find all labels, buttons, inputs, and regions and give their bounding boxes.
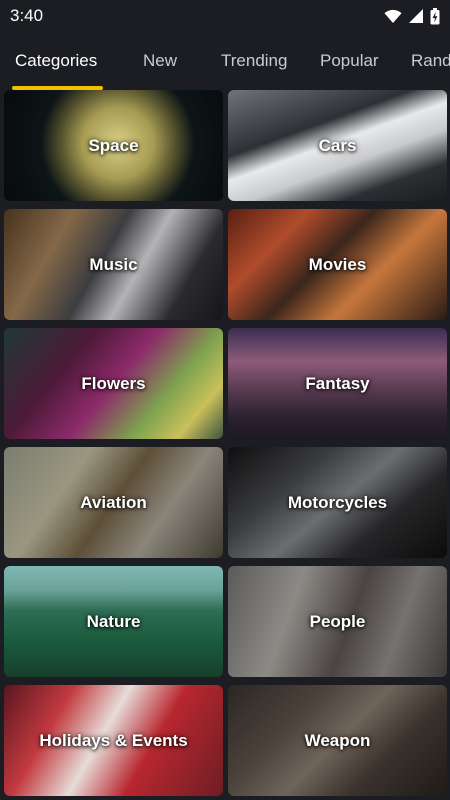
wifi-icon (384, 9, 402, 24)
category-label: Fantasy (305, 373, 370, 393)
category-label: Cars (318, 135, 357, 155)
category-label: Motorcycles (287, 492, 388, 512)
battery-charging-icon (430, 7, 440, 25)
category-label: Holidays & Events (39, 730, 188, 750)
status-time: 3:40 (10, 6, 44, 25)
signal-icon (409, 9, 423, 23)
category-card-people[interactable]: People (228, 566, 447, 677)
status-bar: 3:40 (0, 0, 450, 32)
tab-new[interactable]: New (143, 32, 177, 90)
category-tabs: Categories New Trending Popular Rand (0, 32, 450, 90)
category-label: Movies (308, 254, 367, 274)
category-card-holidays-events[interactable]: Holidays & Events (4, 685, 223, 796)
category-label: Aviation (80, 492, 147, 512)
tab-trending[interactable]: Trending (221, 32, 287, 90)
category-card-motorcycles[interactable]: Motorcycles (228, 447, 447, 558)
category-card-movies[interactable]: Movies (228, 209, 447, 320)
category-card-aviation[interactable]: Aviation (4, 447, 223, 558)
category-label: Space (88, 135, 139, 155)
category-card-music[interactable]: Music (4, 209, 223, 320)
category-card-space[interactable]: Space (4, 90, 223, 201)
category-card-flowers[interactable]: Flowers (4, 328, 223, 439)
tab-random[interactable]: Rand (411, 32, 450, 90)
tab-popular[interactable]: Popular (320, 32, 379, 90)
category-card-cars[interactable]: Cars (228, 90, 447, 201)
category-label: Flowers (81, 373, 146, 393)
category-grid: Space Cars Music Movies Flowers Fantasy … (0, 90, 450, 800)
category-card-nature[interactable]: Nature (4, 566, 223, 677)
category-card-weapon[interactable]: Weapon (228, 685, 447, 796)
category-label: Music (89, 254, 138, 274)
tab-categories[interactable]: Categories (15, 32, 97, 90)
category-label: Weapon (304, 730, 371, 750)
status-icons (384, 7, 440, 25)
category-card-fantasy[interactable]: Fantasy (228, 328, 447, 439)
category-label: People (309, 611, 366, 631)
category-label: Nature (86, 611, 141, 631)
